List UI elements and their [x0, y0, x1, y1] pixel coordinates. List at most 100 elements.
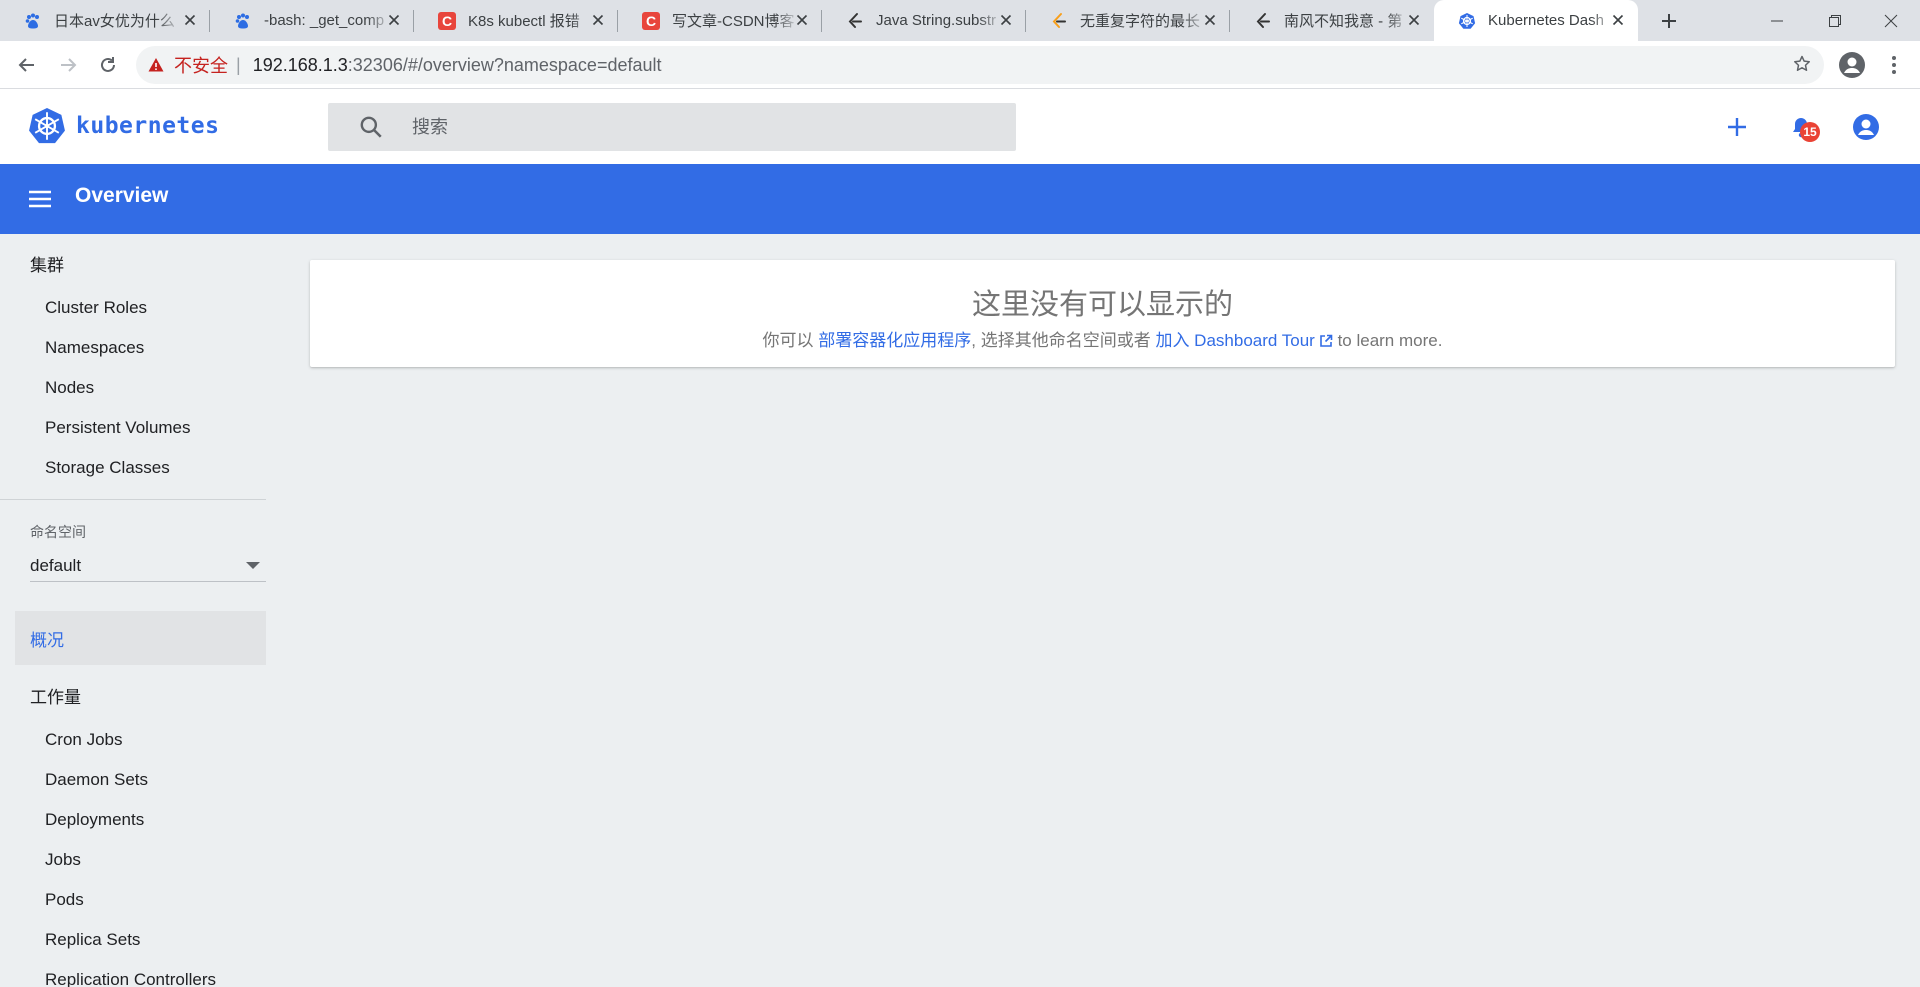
browser-tab[interactable]: -bash: _get_comp — [210, 0, 414, 41]
browser-tab-title: 无重复字符的最长 — [1080, 13, 1201, 30]
empty-state-description: 你可以 部署容器化应用程序, 选择其他命名空间或者 加入 Dashboard T… — [310, 326, 1895, 351]
sidebar-item-overview[interactable]: 概况 — [15, 611, 266, 665]
search-icon — [360, 116, 382, 138]
sidebar-item-storage-classes[interactable]: Storage Classes — [45, 458, 170, 478]
browser-tab[interactable]: 无重复字符的最长 — [1026, 0, 1230, 41]
browser-tab[interactable]: C 写文章-CSDN博客 — [618, 0, 822, 41]
notifications-button[interactable]: 15 — [1786, 112, 1820, 142]
sidebar-item-cron-jobs[interactable]: Cron Jobs — [45, 730, 122, 750]
deploy-app-link[interactable]: 部署容器化应用程序 — [818, 331, 971, 350]
search-input[interactable] — [412, 116, 972, 138]
restore-icon — [1829, 14, 1841, 27]
arrow-right-icon — [61, 58, 77, 72]
desc-suffix: to learn more. — [1337, 331, 1443, 350]
desc-middle: , 选择其他命名空间或者 — [971, 331, 1151, 350]
namespace-label: 命名空间 — [30, 524, 86, 540]
browser-tab-title: 南风不知我意 - 第 — [1284, 13, 1403, 30]
leetcode-icon — [1254, 12, 1272, 30]
brand-logo[interactable]: kubernetes — [28, 107, 219, 145]
browser-tab[interactable]: 南风不知我意 - 第 — [1230, 0, 1434, 41]
sidebar-item-jobs[interactable]: Jobs — [45, 850, 81, 870]
reload-icon — [101, 57, 115, 72]
browser-tab-title: Java String.substr — [876, 12, 997, 29]
sidebar-item-label: 概况 — [30, 630, 64, 650]
close-icon[interactable] — [794, 12, 810, 28]
sidebar-item-replica-sets[interactable]: Replica Sets — [45, 930, 140, 950]
account-button[interactable] — [1851, 112, 1881, 142]
sidebar-item-cluster-roles[interactable]: Cluster Roles — [45, 298, 147, 318]
namespace-select[interactable]: default — [30, 550, 266, 582]
leetcode-icon — [846, 12, 864, 30]
warning-icon — [148, 58, 164, 72]
browser-tab-title: -bash: _get_comp — [264, 12, 385, 29]
sidebar-divider — [0, 499, 266, 500]
security-label: 不安全 — [174, 56, 228, 76]
sidebar-item-daemon-sets[interactable]: Daemon Sets — [45, 770, 148, 790]
browser-tab-strip: 日本av女优为什么 -bash: _get_comp C K8s kubectl… — [0, 0, 1920, 41]
address-bar[interactable]: 不安全 | 192.168.1.3:32306/#/overview?names… — [136, 46, 1824, 84]
leetcode-icon — [1050, 12, 1068, 30]
browser-menu-button[interactable] — [1882, 51, 1906, 79]
sidebar-item-deployments[interactable]: Deployments — [45, 810, 144, 830]
baidu-paw-icon — [234, 12, 252, 30]
sidebar-item-nodes[interactable]: Nodes — [45, 378, 94, 398]
close-window-button[interactable] — [1862, 0, 1920, 41]
menu-toggle-button[interactable] — [28, 187, 52, 211]
csdn-c-icon: C — [438, 11, 456, 30]
browser-toolbar: 不安全 | 192.168.1.3:32306/#/overview?names… — [0, 41, 1920, 89]
tour-link-label: 加入 Dashboard Tour — [1155, 331, 1315, 350]
empty-state-card: 这里没有可以显示的 你可以 部署容器化应用程序, 选择其他命名空间或者 加入 D… — [310, 260, 1895, 367]
close-icon[interactable] — [590, 12, 606, 28]
minimize-button[interactable] — [1748, 0, 1806, 41]
minimize-icon — [1771, 20, 1783, 21]
baidu-paw-icon — [24, 12, 42, 30]
sidebar-item-persistent-volumes[interactable]: Persistent Volumes — [45, 418, 191, 438]
kubernetes-logo-icon — [29, 108, 65, 144]
browser-tab-title: Kubernetes Dash — [1488, 12, 1604, 29]
notification-badge: 15 — [1800, 122, 1820, 142]
browser-tab-active[interactable]: Kubernetes Dash — [1434, 0, 1638, 41]
browser-tab[interactable]: Java String.substr — [822, 0, 1026, 41]
close-icon[interactable] — [1406, 12, 1422, 28]
bookmark-star-icon[interactable] — [1792, 54, 1812, 79]
restore-button[interactable] — [1806, 0, 1864, 41]
new-tab-button[interactable] — [1656, 8, 1682, 34]
sidebar-item-pods[interactable]: Pods — [45, 890, 84, 910]
desc-prefix: 你可以 — [762, 331, 814, 350]
sidebar-item-replication-controllers[interactable]: Replication Controllers — [45, 970, 216, 987]
close-icon[interactable] — [1202, 12, 1218, 28]
app-header: kubernetes 15 — [0, 89, 1920, 164]
back-button[interactable] — [13, 51, 41, 79]
address-divider: | — [236, 54, 241, 75]
page-toolbar: Overview — [0, 164, 1920, 234]
dashboard-tour-link[interactable]: 加入 Dashboard Tour — [1155, 331, 1333, 350]
sidebar-item-namespaces[interactable]: Namespaces — [45, 338, 144, 358]
namespace-value: default — [30, 555, 82, 575]
create-button[interactable] — [1722, 112, 1752, 142]
more-vert-icon — [1892, 56, 1896, 74]
browser-tab-title: 写文章-CSDN博客 — [672, 13, 795, 30]
sidebar-heading-workloads[interactable]: 工作量 — [30, 683, 81, 708]
account-icon — [1839, 52, 1865, 78]
hamburger-menu-icon — [29, 190, 51, 208]
browser-profile-avatar[interactable] — [1838, 51, 1866, 79]
dropdown-arrow-icon — [246, 562, 260, 569]
plus-icon — [1662, 14, 1676, 28]
open-in-new-icon — [1320, 334, 1333, 347]
url-path: :32306/#/overview?namespace=default — [347, 54, 662, 75]
close-icon[interactable] — [1610, 12, 1626, 28]
close-icon[interactable] — [386, 12, 402, 28]
browser-tab-title: K8s kubectl 报错 — [468, 13, 580, 30]
browser-tab[interactable]: 日本av女优为什么 — [0, 0, 210, 41]
close-icon[interactable] — [998, 12, 1014, 28]
browser-tab[interactable]: C K8s kubectl 报错 — [414, 0, 618, 41]
close-icon[interactable] — [182, 12, 198, 28]
brand-name: kubernetes — [76, 113, 220, 139]
sidebar-heading-cluster[interactable]: 集群 — [30, 251, 64, 276]
forward-button[interactable] — [54, 51, 82, 79]
account-circle-icon — [1853, 114, 1879, 140]
plus-icon — [1728, 118, 1746, 136]
reload-button[interactable] — [94, 51, 122, 79]
search-bar[interactable] — [328, 103, 1016, 151]
empty-state-title: 这里没有可以显示的 — [971, 289, 1233, 321]
